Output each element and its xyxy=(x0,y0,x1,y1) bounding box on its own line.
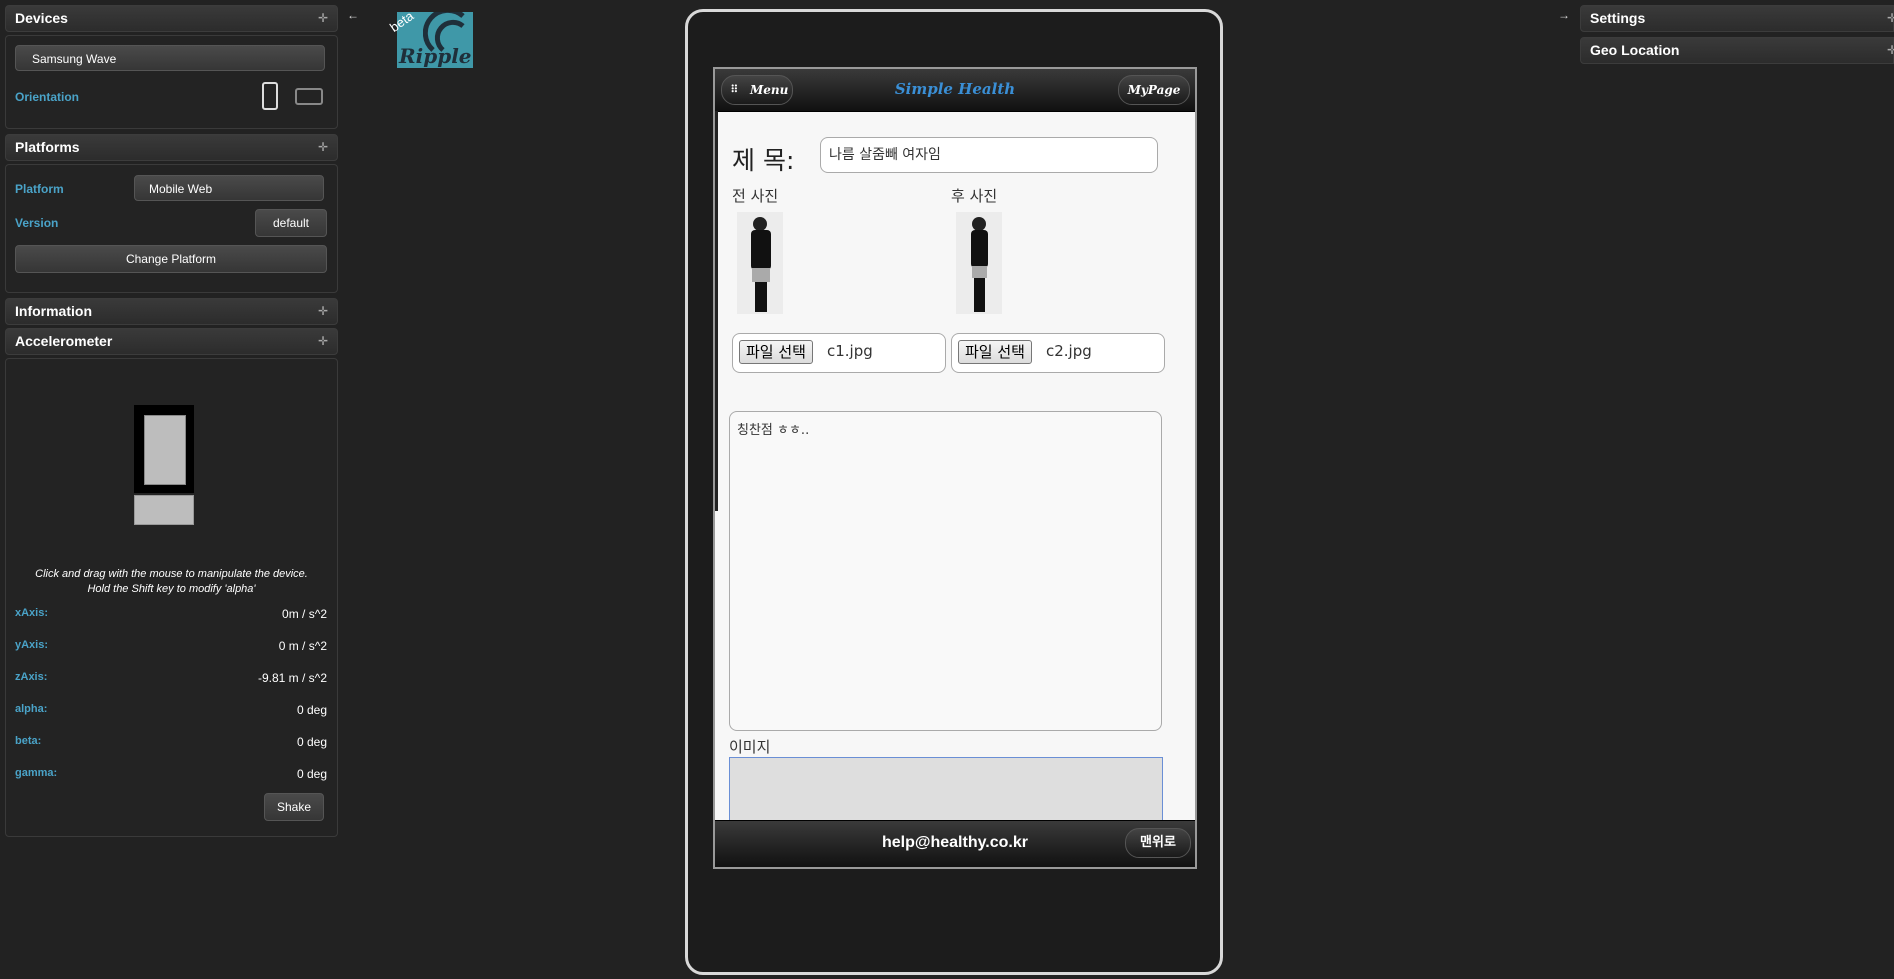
landscape-icon[interactable] xyxy=(295,88,323,105)
expand-icon[interactable]: ✛ xyxy=(1887,6,1894,31)
zaxis-value: -9.81 m / s^2 xyxy=(258,671,327,685)
expand-icon[interactable]: ✛ xyxy=(318,6,328,31)
devices-section-body: Samsung Wave Orientation xyxy=(5,35,338,129)
ripple-logo: Ripple beta xyxy=(387,8,473,68)
scroll-indicator xyxy=(715,111,718,511)
expand-icon[interactable]: ✛ xyxy=(318,329,328,354)
after-file-input[interactable]: 파일 선택 c2.jpg xyxy=(951,333,1165,373)
expand-icon[interactable]: ✛ xyxy=(318,299,328,324)
alpha-label: alpha: xyxy=(15,703,48,715)
shake-button[interactable]: Shake xyxy=(264,793,324,821)
back-to-top-button[interactable]: 맨위로 xyxy=(1125,828,1191,858)
collapse-right-icon[interactable]: → xyxy=(1558,8,1570,22)
instructions-line-2: Hold the Shift key to modify 'alpha' xyxy=(87,583,256,595)
logo-text: Ripple xyxy=(399,44,472,68)
platform-select[interactable]: Mobile Web xyxy=(134,175,324,201)
xaxis-label: xAxis: xyxy=(15,607,49,619)
before-file-input[interactable]: 파일 선택 c1.jpg xyxy=(732,333,946,373)
settings-section-header[interactable]: Settings ✛ xyxy=(1580,5,1894,32)
accelerometer-title: Accelerometer xyxy=(15,333,113,349)
device-model[interactable] xyxy=(134,405,194,525)
right-panel: Settings ✛ Geo Location ✛ xyxy=(1580,5,1894,67)
after-photo xyxy=(956,212,1002,314)
expand-icon[interactable]: ✛ xyxy=(1887,38,1894,63)
version-label: Version xyxy=(15,216,59,230)
image-label: 이미지 xyxy=(729,738,771,756)
after-photo-label: 후 사진 xyxy=(951,187,998,205)
yaxis-label: yAxis: xyxy=(15,639,49,651)
footer-email[interactable]: help@healthy.co.kr xyxy=(715,834,1195,852)
platform-label: Platform xyxy=(15,182,64,196)
left-panel: Devices ✛ Samsung Wave Orientation Platf… xyxy=(5,5,338,842)
app-header: ⠿ Menu Simple Health MyPage xyxy=(715,69,1195,112)
beta-value: 0 deg xyxy=(296,735,327,749)
yaxis-value: 0 m / s^2 xyxy=(278,639,327,653)
platforms-section-header[interactable]: Platforms ✛ xyxy=(5,134,338,161)
xaxis-value: 0m / s^2 xyxy=(282,607,327,621)
change-platform-button[interactable]: Change Platform xyxy=(15,245,327,273)
platforms-title: Platforms xyxy=(15,139,80,155)
alpha-value: 0 deg xyxy=(296,703,327,717)
gamma-value: 0 deg xyxy=(296,767,327,781)
version-select[interactable]: default xyxy=(255,209,327,237)
information-title: Information xyxy=(15,303,92,319)
geo-section-header[interactable]: Geo Location ✛ xyxy=(1580,37,1894,64)
before-photo xyxy=(737,212,783,314)
information-section-header[interactable]: Information ✛ xyxy=(5,298,338,325)
portrait-icon[interactable] xyxy=(262,82,278,110)
platforms-section-body: Platform Mobile Web Version default Chan… xyxy=(5,164,338,293)
comment-textarea[interactable]: 칭찬점 ㅎㅎ.. xyxy=(729,411,1162,731)
instructions-line-1: Click and drag with the mouse to manipul… xyxy=(35,568,308,580)
title-input[interactable]: 나름 살줌빼 여자임 xyxy=(820,137,1158,173)
zaxis-label: zAxis: xyxy=(15,671,48,683)
collapse-left-icon[interactable]: ← xyxy=(347,8,359,22)
settings-title: Settings xyxy=(1590,10,1646,26)
file1-name: c1.jpg xyxy=(827,342,873,360)
devices-section-header[interactable]: Devices ✛ xyxy=(5,5,338,32)
phone-screen: ⠿ Menu Simple Health MyPage 제 목: 나름 살줌빼 … xyxy=(713,67,1197,869)
accelerometer-section-body: Click and drag with the mouse to manipul… xyxy=(5,358,338,837)
mypage-button[interactable]: MyPage xyxy=(1118,75,1190,105)
file-select-button[interactable]: 파일 선택 xyxy=(739,340,813,364)
orientation-label: Orientation xyxy=(15,90,80,104)
device-select[interactable]: Samsung Wave xyxy=(15,45,325,71)
file-select-button[interactable]: 파일 선택 xyxy=(958,340,1032,364)
beta-label: beta: xyxy=(15,735,42,747)
accelerometer-instructions: Click and drag with the mouse to manipul… xyxy=(6,567,337,597)
before-photo-label: 전 사진 xyxy=(732,187,779,205)
devices-title: Devices xyxy=(15,10,68,26)
expand-icon[interactable]: ✛ xyxy=(318,135,328,160)
geo-title: Geo Location xyxy=(1590,42,1680,58)
file2-name: c2.jpg xyxy=(1046,342,1092,360)
title-label: 제 목: xyxy=(732,146,795,175)
accelerometer-section-header[interactable]: Accelerometer ✛ xyxy=(5,328,338,355)
gamma-label: gamma: xyxy=(15,767,58,779)
app-footer: help@healthy.co.kr 맨위로 xyxy=(715,820,1195,867)
